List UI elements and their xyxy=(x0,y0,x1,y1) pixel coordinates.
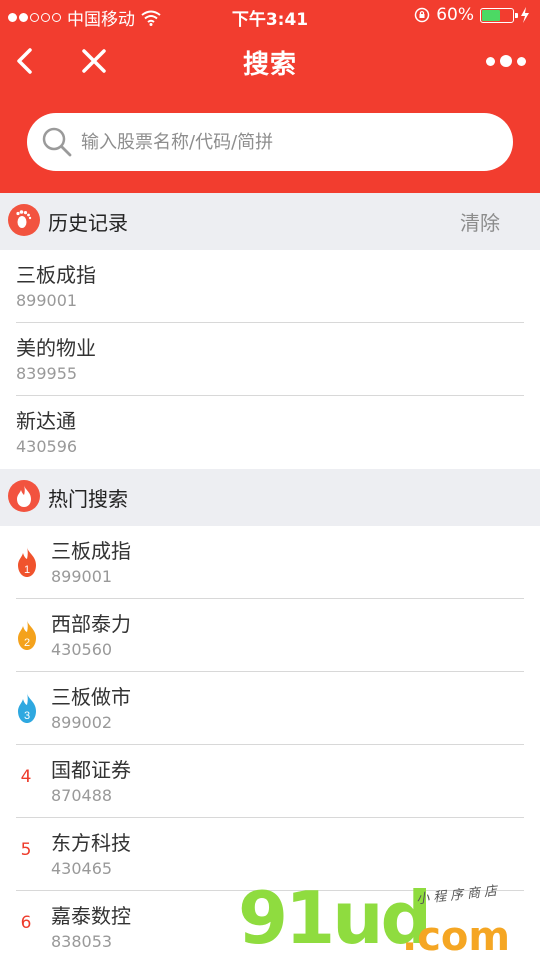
hot-item[interactable]: 3 三板做市 899002 xyxy=(0,672,540,745)
stock-code: 870488 xyxy=(51,786,113,805)
stock-code: 899001 xyxy=(51,567,113,586)
hot-item[interactable]: 1 三板成指 899001 xyxy=(0,526,540,599)
watermark-main: 91ud xyxy=(238,876,432,960)
stock-name: 三板做市 xyxy=(51,685,131,709)
more-dot-icon xyxy=(500,55,512,67)
stock-name: 美的物业 xyxy=(16,336,96,360)
nav-bar: 搜索 xyxy=(0,30,540,92)
footprint-icon xyxy=(8,204,40,236)
rank-number: 1 xyxy=(24,564,30,576)
hot-title: 热门搜索 xyxy=(48,487,128,511)
stock-name: 三板成指 xyxy=(16,263,96,287)
page-title: 搜索 xyxy=(242,50,297,80)
stock-code: 839955 xyxy=(16,364,78,383)
rank-flame-icon: 3 xyxy=(18,693,36,723)
battery-icon xyxy=(480,7,518,23)
stock-name: 新达通 xyxy=(16,409,76,433)
search-box[interactable] xyxy=(27,113,513,171)
history-section-header: 历史记录 清除 xyxy=(0,193,540,250)
rank-flame-icon: 2 xyxy=(18,620,36,650)
hot-item[interactable]: 4 国都证券 870488 xyxy=(0,745,540,818)
battery-percent: 60% xyxy=(436,5,474,25)
hot-section-header: 热门搜索 xyxy=(0,469,540,526)
more-dot-icon xyxy=(517,56,526,66)
search-icon xyxy=(42,127,72,157)
rank-number: 5 xyxy=(20,840,32,860)
top-header: 中国移动 下午3:41 60% 搜索 输入股票名称/代码/简拼 xyxy=(0,0,540,193)
stock-name: 三板成指 xyxy=(51,539,131,563)
more-dot-icon xyxy=(486,56,495,66)
stock-name: 国都证券 xyxy=(51,758,131,782)
stock-code: 899001 xyxy=(16,291,78,310)
status-bar: 中国移动 下午3:41 60% xyxy=(0,0,540,30)
more-options-button[interactable] xyxy=(486,46,526,76)
watermark-domain: .com xyxy=(402,914,511,960)
stock-code: 899002 xyxy=(51,713,113,732)
history-title: 历史记录 xyxy=(48,211,128,235)
hot-item[interactable]: 2 西部泰力 430560 xyxy=(0,599,540,672)
rank-number: 3 xyxy=(24,710,30,722)
watermark-logo: 91ud 小程序商店 .com xyxy=(238,880,538,960)
rank-flame-icon: 1 xyxy=(18,547,36,577)
stock-name: 嘉泰数控 xyxy=(51,904,131,928)
history-item[interactable]: 新达通 430596 xyxy=(0,396,540,469)
history-item[interactable]: 三板成指 899001 xyxy=(0,250,540,323)
stock-name: 东方科技 xyxy=(51,831,131,855)
clear-history-button[interactable]: 清除 xyxy=(460,207,500,236)
search-input[interactable] xyxy=(81,131,481,153)
rank-number: 6 xyxy=(20,913,32,933)
charging-bolt-icon xyxy=(521,7,529,23)
stock-code: 430596 xyxy=(16,437,78,456)
fire-icon xyxy=(8,480,40,512)
status-right: 60% xyxy=(414,5,530,25)
stock-code: 430465 xyxy=(51,859,113,878)
stock-code: 838053 xyxy=(51,932,113,951)
orientation-lock-icon xyxy=(414,7,430,23)
stock-code: 430560 xyxy=(51,640,113,659)
battery-fill xyxy=(482,9,500,21)
history-item[interactable]: 美的物业 839955 xyxy=(0,323,540,396)
rank-number: 2 xyxy=(24,637,30,649)
stock-name: 西部泰力 xyxy=(51,612,131,636)
rank-number: 4 xyxy=(20,767,32,787)
